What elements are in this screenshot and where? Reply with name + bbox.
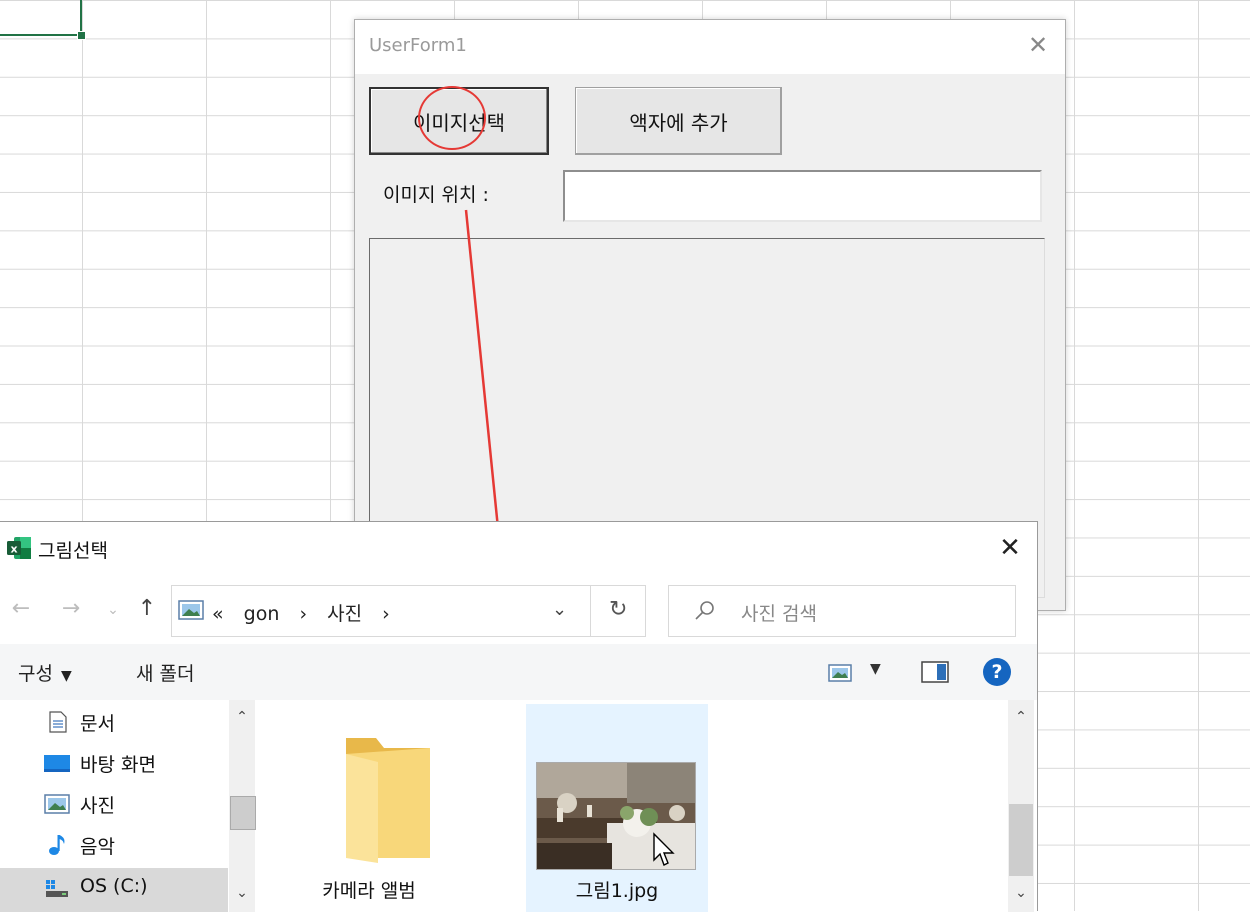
desktop-icon: [44, 755, 70, 772]
breadcrumb: « gon › 사진 ›: [212, 599, 404, 626]
search-box[interactable]: 사진 검색: [668, 585, 1016, 637]
caret-down-icon[interactable]: ▼: [870, 661, 881, 677]
close-icon[interactable]: ✕: [995, 532, 1025, 564]
navigation-bar: ← → ⌄ ↑ « gon › 사진 › ⌄ ↻ 사진 검색: [0, 574, 1037, 644]
nav-item-label: OS (C:): [80, 875, 148, 897]
breadcrumb-item-gon[interactable]: gon: [244, 603, 280, 625]
nav-item-os-drive[interactable]: OS (C:): [0, 868, 228, 912]
breadcrumb-separator[interactable]: ›: [382, 603, 390, 625]
address-bar[interactable]: « gon › 사진 › ⌄ ↻: [171, 585, 646, 637]
svg-text:x: x: [10, 543, 17, 556]
drive-icon: [46, 880, 68, 897]
file-list-scrollbar[interactable]: ⌃ ⌄: [1008, 700, 1034, 912]
nav-item-label: 문서: [80, 713, 115, 735]
caret-down-icon: ▼: [60, 668, 72, 684]
mouse-cursor-icon: [653, 832, 675, 866]
address-divider: [590, 586, 591, 636]
excel-icon: x: [7, 537, 31, 559]
navigation-pane: 문서 바탕 화면 사진 음악 OS (C:) ⌃ ⌄: [0, 700, 258, 912]
nav-item-documents[interactable]: 문서: [0, 702, 228, 742]
dialog-titlebar[interactable]: x 그림선택 ✕: [0, 522, 1037, 574]
breadcrumb-item-pictures[interactable]: 사진: [327, 603, 362, 625]
scroll-thumb[interactable]: [1009, 804, 1033, 876]
chevron-down-icon[interactable]: ⌄: [552, 599, 567, 620]
pictures-icon: [178, 600, 204, 620]
folder-icon: [346, 738, 430, 863]
back-arrow-icon[interactable]: ←: [8, 596, 34, 621]
nav-item-label: 사진: [80, 795, 115, 817]
help-icon[interactable]: ?: [983, 658, 1011, 686]
file-name: 카메라 앨범: [322, 880, 416, 902]
file-list: 카메라 앨범 그림1.jpg: [258, 700, 1007, 912]
nav-scrollbar[interactable]: ⌃ ⌄: [229, 700, 256, 912]
chevron-down-icon[interactable]: ⌄: [1008, 880, 1034, 906]
view-options-icon[interactable]: [828, 664, 852, 682]
chevron-up-icon[interactable]: ⌃: [229, 704, 255, 730]
new-folder-button[interactable]: 새 폴더: [136, 659, 194, 686]
file-item-camera-album[interactable]: 카메라 앨범: [278, 704, 460, 912]
dialog-title: 그림선택: [38, 540, 108, 562]
command-bar: 구성 ▼ 새 폴더 ▼ ?: [0, 644, 1037, 700]
search-input[interactable]: 사진 검색: [741, 599, 817, 626]
scroll-thumb[interactable]: [230, 796, 256, 830]
organize-button[interactable]: 구성 ▼: [18, 659, 72, 686]
nav-item-label: 바탕 화면: [80, 754, 156, 776]
document-icon: [49, 711, 67, 733]
pictures-icon: [44, 794, 70, 814]
music-icon: [49, 835, 65, 855]
breadcrumb-separator[interactable]: ›: [299, 603, 307, 625]
forward-arrow-icon[interactable]: →: [58, 596, 84, 621]
chevron-down-icon[interactable]: ⌄: [229, 880, 255, 906]
nav-item-music[interactable]: 음악: [0, 825, 228, 865]
nav-item-pictures[interactable]: 사진: [0, 784, 228, 824]
file-dialog: x 그림선택 ✕ ← → ⌄ ↑ « gon › 사진 › ⌄ ↻ 사진 검색 …: [0, 521, 1038, 912]
search-icon: [695, 601, 714, 620]
preview-pane-icon[interactable]: [921, 661, 949, 683]
breadcrumb-overflow[interactable]: «: [212, 603, 224, 625]
organize-label: 구성: [18, 663, 53, 685]
up-arrow-icon[interactable]: ↑: [134, 596, 160, 621]
chevron-up-icon[interactable]: ⌃: [1008, 704, 1034, 730]
refresh-icon[interactable]: ↻: [609, 597, 627, 622]
file-item-image[interactable]: 그림1.jpg: [526, 704, 708, 912]
nav-item-desktop[interactable]: 바탕 화면: [0, 743, 228, 783]
file-name: 그림1.jpg: [575, 880, 659, 902]
recent-dropdown-icon[interactable]: ⌄: [100, 602, 126, 618]
nav-item-label: 음악: [80, 836, 115, 858]
